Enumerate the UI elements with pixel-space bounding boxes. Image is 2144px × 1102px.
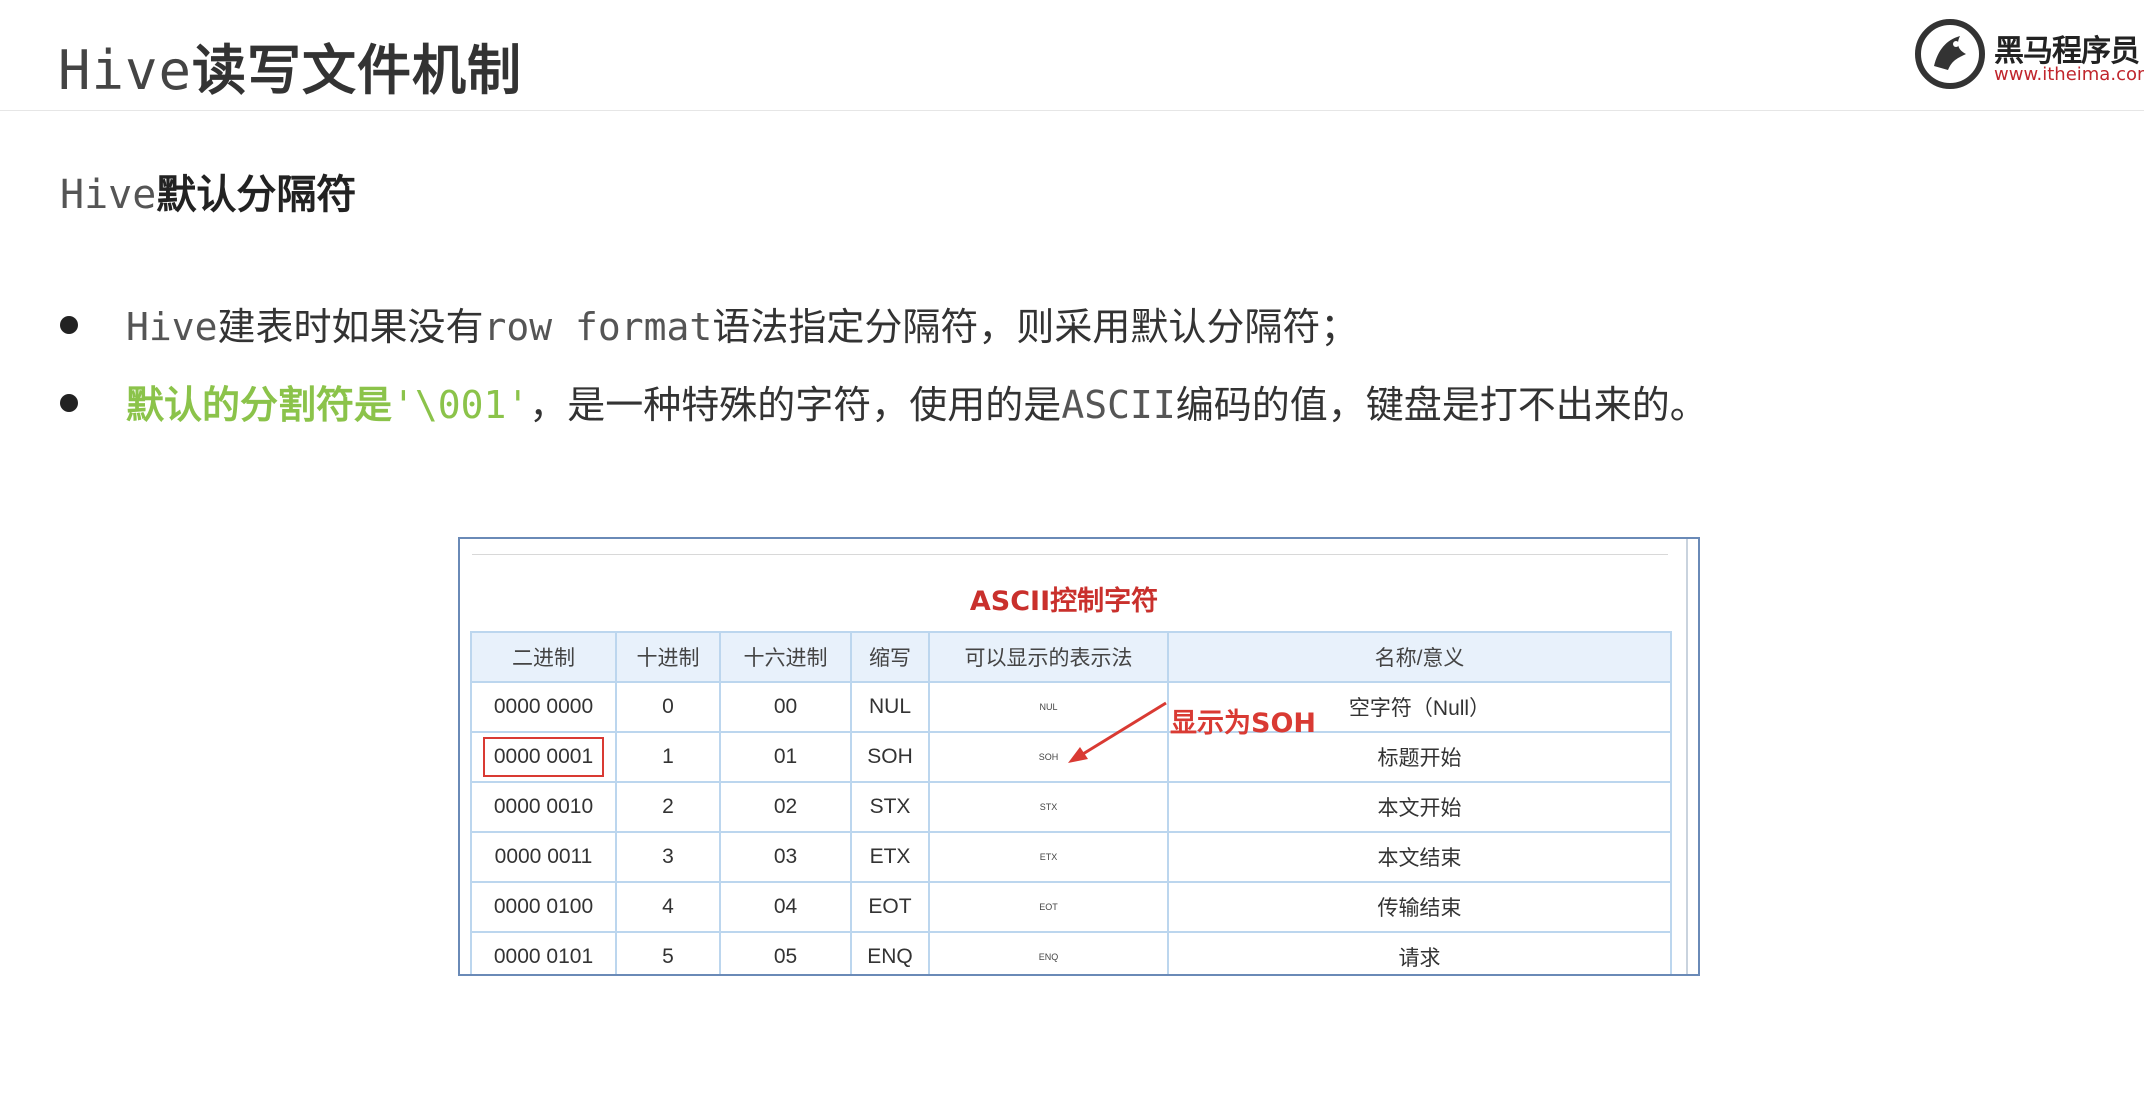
- table-cell: SOH: [850, 731, 930, 783]
- table-cell: EOT: [850, 881, 930, 933]
- section-title-suffix: 默认分隔符: [156, 172, 357, 218]
- bullet-item: 默认的分割符是'\001'，是一种特殊的字符，使用的是ASCII编码的值，键盘是…: [60, 374, 2060, 452]
- table-cell: 0000 0100: [470, 881, 617, 933]
- red-arrow-icon: [1068, 701, 1167, 763]
- bullet-text-part: 语法指定分隔符，则采用默认分隔符；: [712, 305, 1359, 349]
- bullet-text-part: Hive: [126, 305, 218, 349]
- bullet-text-part: ASCII: [1061, 383, 1176, 427]
- slide-header: Hive读写文件机制 黑马程序员 www.itheima.com: [0, 0, 2144, 111]
- table-cell: 0000 0101: [470, 931, 617, 974]
- bullet-text-part: ，是一种特殊的字符，使用的是: [529, 383, 1062, 427]
- table-cell: STX: [928, 781, 1169, 833]
- column-header: 名称/意义: [1167, 631, 1672, 683]
- table-row: 0000 0101 5 05 ENQ ENQ 请求: [470, 931, 1672, 974]
- divider: [472, 554, 1668, 555]
- table-cell: 0000 0010: [470, 781, 617, 833]
- bullet-code-text: '\001': [392, 383, 530, 427]
- bullet-dot-icon: [60, 394, 78, 412]
- table-cell: 00: [719, 681, 852, 733]
- column-header: 缩写: [850, 631, 930, 683]
- table-cell: ENQ: [850, 931, 930, 974]
- figure-title: ASCII控制字符: [969, 586, 1159, 617]
- divider: [1686, 539, 1688, 974]
- horse-logo-icon: [1915, 19, 1985, 89]
- table-cell: 2: [615, 781, 721, 833]
- table-cell: 3: [615, 831, 721, 883]
- table-cell: 本文结束: [1167, 831, 1672, 883]
- bullet-text-part: 编码的值，键盘是打不出来的。: [1175, 383, 1708, 427]
- table-cell: 传输结束: [1167, 881, 1672, 933]
- column-header: 十进制: [615, 631, 721, 683]
- column-header: 二进制: [470, 631, 617, 683]
- highlighted-cell: 0000 0001: [482, 737, 605, 777]
- table-cell: 本文开始: [1167, 781, 1672, 833]
- table-cell: 0000 0001: [470, 731, 617, 783]
- column-header: 十六进制: [719, 631, 852, 683]
- table-cell: 请求: [1167, 931, 1672, 974]
- table-cell: 04: [719, 881, 852, 933]
- bullet-text: Hive建表时如果没有row format语法指定分隔符，则采用默认分隔符；: [126, 296, 1358, 351]
- ascii-table-figure: ASCII控制字符 二进制 十进制 十六进制 缩写 可以显示的表示法 名称/意义…: [458, 537, 1700, 976]
- table-header-row: 二进制 十进制 十六进制 缩写 可以显示的表示法 名称/意义: [470, 631, 1672, 683]
- table-row: 0000 0010 2 02 STX STX 本文开始: [470, 781, 1672, 833]
- bullet-text-part: row format: [483, 305, 713, 349]
- table-cell: 1: [615, 731, 721, 783]
- table-cell: 05: [719, 931, 852, 974]
- table-cell: 0000 0000: [470, 681, 617, 733]
- section-title: Hive默认分隔符: [60, 162, 356, 220]
- page-title-suffix: 读写文件机制: [192, 39, 523, 102]
- table-cell: 5: [615, 931, 721, 974]
- bullet-highlight-text: 默认的分割符是: [126, 383, 393, 427]
- page-title-prefix: Hive: [58, 39, 193, 102]
- table-cell: 0: [615, 681, 721, 733]
- bullet-text-part: 建表时如果没有: [217, 305, 484, 349]
- table-cell: 03: [719, 831, 852, 883]
- ascii-table: 二进制 十进制 十六进制 缩写 可以显示的表示法 名称/意义 0000 0000…: [470, 631, 1672, 974]
- section-title-prefix: Hive: [60, 172, 157, 218]
- table-cell: 01: [719, 731, 852, 783]
- bullet-dot-icon: [60, 316, 78, 334]
- bullet-list: Hive建表时如果没有row format语法指定分隔符，则采用默认分隔符； 默…: [60, 296, 2060, 452]
- table-cell: 02: [719, 781, 852, 833]
- bullet-text: 默认的分割符是'\001'，是一种特殊的字符，使用的是ASCII编码的值，键盘是…: [126, 374, 1708, 429]
- column-header: 可以显示的表示法: [928, 631, 1169, 683]
- table-cell: NUL: [850, 681, 930, 733]
- table-cell: 4: [615, 881, 721, 933]
- table-cell: ETX: [928, 831, 1169, 883]
- bullet-item: Hive建表时如果没有row format语法指定分隔符，则采用默认分隔符；: [60, 296, 2060, 374]
- table-cell: 0000 0011: [470, 831, 617, 883]
- table-cell: ETX: [850, 831, 930, 883]
- table-row: 0000 0100 4 04 EOT EOT 传输结束: [470, 881, 1672, 933]
- page-title: Hive读写文件机制: [58, 26, 522, 105]
- annotation-label: 显示为SOH: [1170, 708, 1316, 739]
- table-cell: EOT: [928, 881, 1169, 933]
- brand-logo: 黑马程序员 www.itheima.com: [1912, 16, 2144, 92]
- logo-url: www.itheima.com: [1994, 64, 2144, 85]
- table-row: 0000 0011 3 03 ETX ETX 本文结束: [470, 831, 1672, 883]
- table-cell: ENQ: [928, 931, 1169, 974]
- table-cell: STX: [850, 781, 930, 833]
